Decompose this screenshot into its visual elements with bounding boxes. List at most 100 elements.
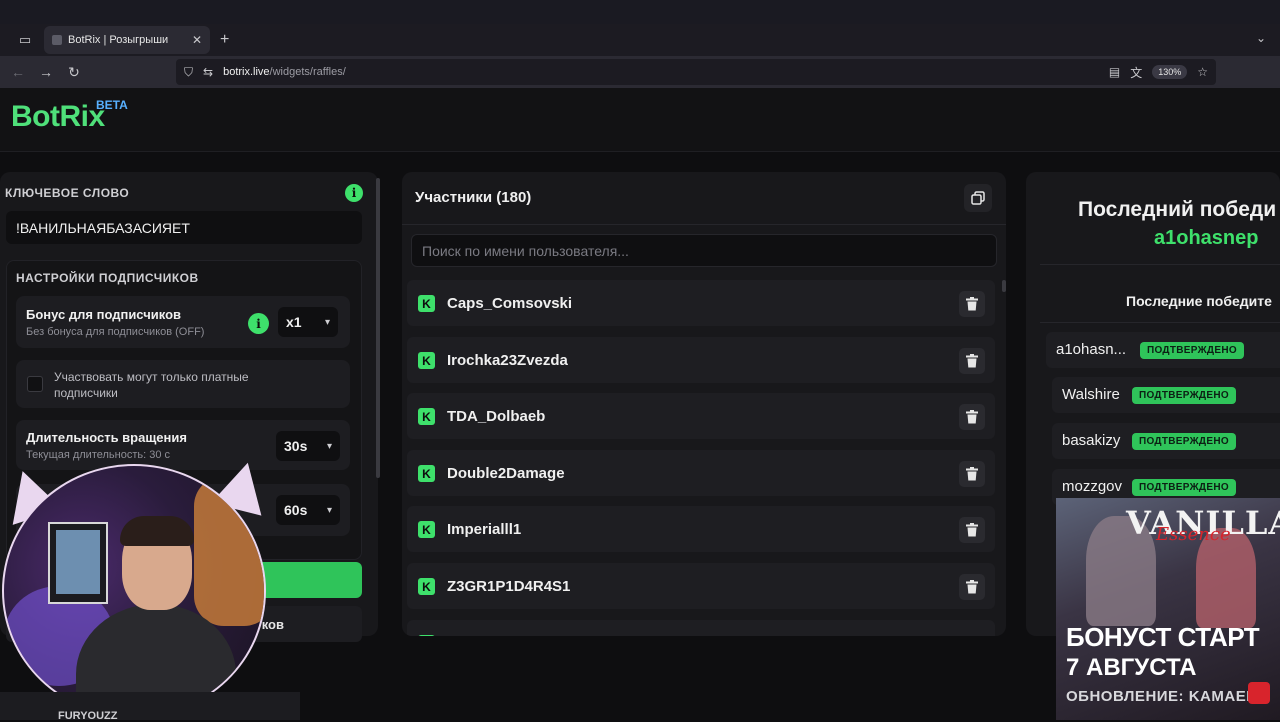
keyword-label: КЛЮЧЕВОЕ СЛОВО (5, 186, 130, 200)
subscriber-bonus-value: x1 (286, 314, 302, 330)
delete-participant-button[interactable] (959, 348, 985, 374)
reader-view-icon[interactable]: ▤ (1109, 65, 1120, 79)
close-tab-icon[interactable]: ✕ (192, 33, 202, 47)
keyword-info-icon[interactable]: i (345, 184, 363, 202)
winner-name: mozzgov (1062, 478, 1123, 495)
trash-icon (966, 467, 978, 481)
delete-participant-button[interactable] (959, 517, 985, 543)
subscriber-bonus-select[interactable]: x1 ▾ (278, 307, 338, 337)
ad-logo-icon (1248, 682, 1270, 704)
participant-name: Caps_Comsovski (447, 295, 573, 312)
translate-icon[interactable]: 文 (1130, 64, 1142, 81)
back-arrow-icon[interactable]: ← (8, 62, 28, 82)
url-host: botrix.live (223, 66, 270, 78)
participant-row[interactable]: K Irochka23Zvezda (407, 337, 995, 383)
navigation-bar: ← → ↻ ⛉ ⇆ botrix.live/widgets/raffles/ ▤… (0, 56, 1280, 88)
beta-badge: BETA (96, 98, 128, 112)
subscriber-bonus-subtitle: Без бонуса для подписчиков (OFF) (26, 326, 205, 338)
copy-icon (971, 191, 985, 205)
ad-brand-script: Essence (1156, 524, 1231, 545)
kick-platform-icon: K (418, 521, 435, 538)
winners-divider (1040, 264, 1280, 265)
winners-divider (1040, 322, 1280, 323)
background-light (194, 476, 264, 626)
participant-row[interactable]: K Imperialll1 (407, 506, 995, 552)
shield-icon[interactable]: ⛉ (184, 65, 193, 80)
next-setting-value: 60s (284, 502, 308, 518)
trash-icon (966, 297, 978, 311)
winner-row[interactable]: Walshire ПОДТВЕРЖДЕНО (1052, 377, 1280, 413)
reload-icon[interactable]: ↻ (64, 62, 84, 82)
bookmark-star-icon[interactable]: ☆ (1197, 65, 1208, 79)
participants-panel: Участники (180) K Caps_Comsovski K Iroch… (402, 172, 1006, 636)
spin-duration-select[interactable]: 30s ▾ (276, 431, 340, 461)
paid-only-checkbox[interactable] (27, 376, 43, 392)
ad-update: ОБНОВЛЕНИЕ: KAMAEL (1066, 688, 1256, 705)
new-tab-icon[interactable]: + (220, 31, 229, 49)
trash-icon (966, 523, 978, 537)
address-bar[interactable]: ⛉ ⇆ botrix.live/widgets/raffles/ ▤ 文 130… (176, 59, 1216, 85)
game-ad-banner: VANILLA Essence БОНУСТ СТАРТ 7 АВГУСТА О… (1056, 498, 1280, 720)
paid-only-label: Участвовать могут только платные подписч… (54, 370, 249, 400)
participant-row[interactable]: K TDA_Dolbaeb (407, 393, 995, 439)
favicon-icon (52, 35, 62, 45)
kick-platform-icon: K (418, 465, 435, 482)
tab-overflow-chevron-icon[interactable]: ⌄ (1256, 31, 1266, 45)
chevron-down-icon: ▾ (324, 316, 330, 328)
winner-name: basakizy (1062, 432, 1121, 449)
status-badge: ПОДТВЕРЖДЕНО (1140, 342, 1244, 359)
participants-scrollbar[interactable] (1002, 280, 1006, 292)
kick-platform-icon: K (418, 635, 435, 636)
participant-name: Imperialll1 (447, 521, 522, 538)
winner-row[interactable]: basakizy ПОДТВЕРЖДЕНО (1052, 423, 1280, 459)
participant-row[interactable]: K (407, 620, 995, 636)
wall-poster (48, 522, 108, 604)
subscriber-bonus-title: Бонус для подписчиков (26, 307, 182, 322)
ad-headline: БОНУСТ СТАРТ (1066, 622, 1260, 652)
chevron-down-icon: ▾ (326, 440, 332, 452)
participant-row[interactable]: K Double2Damage (407, 450, 995, 496)
chevron-down-icon: ▾ (326, 504, 332, 516)
tab-list-icon[interactable]: ▭ (14, 29, 36, 51)
app-header: BotRix BETA (0, 88, 1280, 152)
botrix-logo[interactable]: BotRix (11, 100, 105, 134)
poster-photo (56, 530, 100, 594)
ad-date: 7 АВГУСТА (1066, 654, 1197, 681)
status-badge: ПОДТВЕРЖДЕНО (1132, 387, 1236, 404)
settings-scrollbar[interactable] (376, 178, 380, 478)
webcam-frame (2, 464, 266, 718)
kick-platform-icon: K (418, 578, 435, 595)
delete-participant-button[interactable] (959, 291, 985, 317)
copy-participants-button[interactable] (964, 184, 992, 212)
winner-row[interactable]: a1ohasn... ПОДТВЕРЖДЕНО (1046, 332, 1280, 368)
forward-arrow-icon[interactable]: → (36, 62, 56, 82)
delete-participant-button[interactable] (959, 574, 985, 600)
status-badge: ПОДТВЕРЖДЕНО (1132, 433, 1236, 450)
participants-title: Участники (180) (415, 189, 531, 206)
participants-title-text: Участники (415, 189, 493, 206)
keyword-input[interactable]: !ВАНИЛЬНАЯБАЗАСИЯЕТ (6, 211, 362, 244)
browser-tab[interactable]: BotRix | Розыгрыши ✕ (44, 26, 210, 54)
participant-row[interactable]: K Z3GR1P1D4R4S1 (407, 563, 995, 609)
zoom-level-badge[interactable]: 130% (1152, 65, 1188, 79)
url-path: /widgets/raffles/ (269, 66, 346, 78)
participants-divider (402, 224, 1006, 225)
spin-duration-subtitle: Текущая длительность: 30 с (26, 449, 170, 461)
stream-bottom-text: FURYOUZZ (58, 710, 118, 722)
site-info-icon[interactable]: ⇆ (203, 65, 213, 79)
subscriber-bonus-info-icon[interactable]: i (248, 313, 269, 334)
status-badge: ПОДТВЕРЖДЕНО (1132, 479, 1236, 496)
delete-participant-button[interactable] (959, 461, 985, 487)
participant-name: Double2Damage (447, 465, 565, 482)
participant-row[interactable]: K Caps_Comsovski (407, 280, 995, 326)
kick-platform-icon: K (418, 408, 435, 425)
tab-title: BotRix | Розыгрыши (68, 34, 169, 46)
participant-search-input[interactable] (411, 234, 997, 267)
winner-name: a1ohasn... (1056, 341, 1127, 358)
delete-participant-button[interactable] (959, 404, 985, 430)
trash-icon (966, 354, 978, 368)
os-title-strip (0, 0, 1280, 24)
next-setting-select[interactable]: 60s ▾ (276, 495, 340, 525)
spin-duration-title: Длительность вращения (26, 430, 187, 445)
participant-name: TDA_Dolbaeb (447, 408, 546, 425)
